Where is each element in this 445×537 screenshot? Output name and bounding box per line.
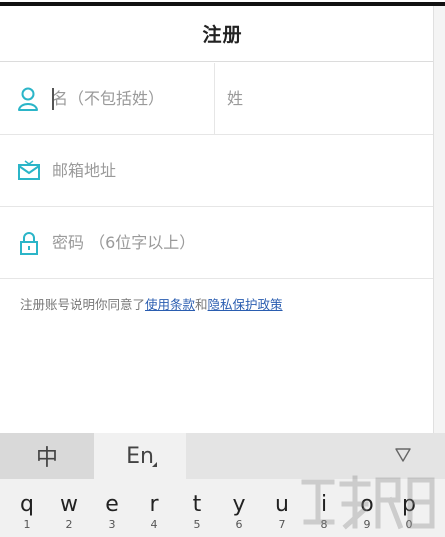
lock-icon bbox=[20, 231, 38, 255]
mail-icon bbox=[18, 159, 40, 180]
registration-form bbox=[0, 62, 433, 279]
terms-notice: 注册账号说明你同意了使用条款和隐私保护政策 bbox=[20, 294, 283, 313]
password-row bbox=[0, 207, 433, 279]
english-mode-tab[interactable]: En bbox=[94, 433, 186, 479]
soft-keyboard: 中 En q1 w2 e3 r4 t5 y6 u7 i8 o9 p0 bbox=[0, 433, 445, 537]
keyboard-toolbar-space bbox=[186, 433, 445, 479]
key-u[interactable]: u7 bbox=[262, 493, 302, 531]
key-i[interactable]: i8 bbox=[304, 493, 344, 531]
key-r[interactable]: r4 bbox=[134, 493, 174, 531]
name-row bbox=[0, 62, 433, 135]
chinese-mode-label: 中 bbox=[35, 446, 58, 471]
first-name-input[interactable] bbox=[52, 83, 212, 114]
key-o[interactable]: o9 bbox=[347, 493, 387, 531]
collapse-keyboard-icon[interactable] bbox=[395, 448, 411, 462]
keyboard-row-top: q1 w2 e3 r4 t5 y6 u7 i8 o9 p0 bbox=[0, 479, 445, 537]
key-y[interactable]: y6 bbox=[219, 493, 259, 531]
name-divider bbox=[214, 62, 215, 135]
key-p[interactable]: p0 bbox=[389, 493, 429, 531]
email-row bbox=[0, 135, 433, 207]
key-w[interactable]: w2 bbox=[49, 493, 89, 531]
key-e[interactable]: e3 bbox=[92, 493, 132, 531]
key-q[interactable]: q1 bbox=[7, 493, 47, 531]
page-header: 注册 bbox=[0, 6, 445, 62]
key-t[interactable]: t5 bbox=[177, 493, 217, 531]
english-mode-label: En bbox=[126, 443, 154, 469]
user-icon bbox=[18, 87, 38, 111]
chinese-mode-tab[interactable]: 中 bbox=[0, 433, 94, 479]
page-title: 注册 bbox=[202, 24, 243, 46]
email-input[interactable] bbox=[52, 155, 382, 186]
privacy-policy-link[interactable]: 隐私保护政策 bbox=[208, 297, 283, 312]
text-cursor bbox=[52, 88, 54, 110]
keyboard-toolbar: 中 En bbox=[0, 433, 445, 479]
last-name-input[interactable] bbox=[227, 83, 407, 114]
password-input[interactable] bbox=[52, 227, 382, 258]
terms-conjunction: 和 bbox=[195, 297, 208, 312]
terms-prefix: 注册账号说明你同意了 bbox=[20, 297, 146, 312]
mode-indicator-icon bbox=[152, 462, 157, 467]
terms-of-use-link[interactable]: 使用条款 bbox=[145, 297, 195, 312]
